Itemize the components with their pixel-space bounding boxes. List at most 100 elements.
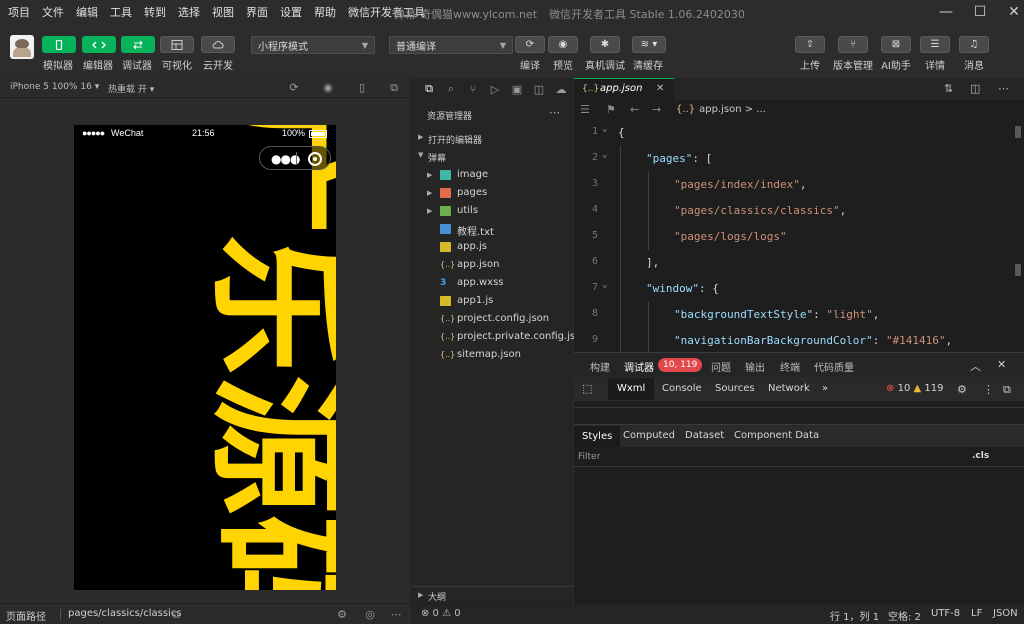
tab-wxml[interactable]: Wxml [608,378,655,400]
hot-reload-toggle[interactable]: 热重载 开 ▾ [108,82,154,95]
messages-button[interactable]: ♫ [959,36,989,53]
line-ending[interactable]: LF [971,608,982,619]
outline-section[interactable]: ▶ 大纲 [412,586,574,603]
problems-count[interactable]: ⊗ 0 ⚠ 0 [421,608,461,619]
back-arrow-icon[interactable]: ← [630,103,639,116]
fold-chevron-icon[interactable]: ⌄ [602,150,607,160]
search-icon[interactable]: ⌕ [440,80,462,98]
details-button[interactable]: ☰ [920,36,950,53]
breadcrumb-path[interactable]: {..} app.json > ... [676,104,766,115]
language-mode[interactable]: JSON [993,608,1018,619]
styles-filter-input[interactable] [578,450,938,464]
debugger-toggle-button[interactable] [121,36,155,53]
phone-frame-icon[interactable]: ▯ [356,82,368,94]
code-area[interactable]: 1 ⌄ {2 ⌄ "pages": [3 "pages/index/index", 4 "pa… [574,120,1024,352]
tab-output[interactable]: 输出 [745,359,765,374]
menu-item[interactable]: 帮助 [314,4,336,20]
bookmark-icon[interactable]: ⚑ [606,103,616,116]
scrollbar-thumb[interactable] [1015,126,1021,138]
fold-chevron-icon[interactable]: ⌄ [602,280,607,290]
extensions-icon[interactable]: ▣ [506,80,528,98]
close-panel-icon[interactable]: ✕ [997,358,1006,371]
file-item[interactable]: {..} sitemap.json [412,346,574,364]
mode-select[interactable]: 小程序模式 ▼ [251,36,375,54]
settings-icon[interactable]: ⚙ [336,609,348,621]
tab-code-quality[interactable]: 代码质量 [814,359,854,374]
tab-terminal[interactable]: 终端 [780,359,800,374]
compile-mode-select[interactable]: 普通编译 ▼ [389,36,513,54]
rotate-icon[interactable]: ⟳ [288,82,300,94]
eye-icon[interactable]: ◎ [364,609,376,621]
file-item[interactable]: 教程.txt [412,220,574,238]
file-item[interactable]: app1.js [412,292,574,310]
dock-icon[interactable]: ⧉ [1003,383,1011,397]
menu-item[interactable]: 项目 [8,4,30,20]
menu-item[interactable]: 选择 [178,4,200,20]
more-icon[interactable]: ⋯ [998,82,1009,95]
copy-icon[interactable]: ⧉ [170,609,182,621]
tab-debugger[interactable]: 调试器 [624,359,654,374]
device-select[interactable]: iPhone 5 100% 16 ▾ [10,82,99,92]
tab-app-json[interactable]: {..} app.json ✕ [574,78,674,100]
open-changes-icon[interactable]: ⇅ [944,82,953,95]
cloud-icon[interactable]: ☁ [550,80,572,98]
ai-assistant-button[interactable]: ⊠ [881,36,911,53]
scrollbar-thumb[interactable] [1015,264,1021,276]
encoding[interactable]: UTF-8 [931,608,960,619]
tab-computed[interactable]: Computed [623,430,675,441]
folder-item[interactable]: ▶ utils [412,202,574,220]
file-item[interactable]: {..} project.private.config.js... [412,328,585,346]
avatar[interactable] [10,35,34,59]
menu-item[interactable]: 文件 [42,4,64,20]
tab-styles[interactable]: Styles [574,426,621,447]
collapse-panel-icon[interactable]: ︿ [970,358,981,374]
source-control-icon[interactable]: ⑂ [462,80,484,98]
version-control-button[interactable]: ⑂ [838,36,868,53]
split-editor-icon[interactable]: ◫ [970,82,980,95]
mini-program-capsule[interactable]: ●●● [259,146,331,170]
tab-network[interactable]: Network [768,383,810,394]
menu-item[interactable]: 视图 [212,4,234,20]
popout-icon[interactable]: ⧉ [388,82,400,94]
more-tabs-icon[interactable]: » [822,383,828,394]
inspect-element-icon[interactable]: ⬚ [582,382,592,395]
files-icon[interactable]: ⧉ [418,80,440,98]
close-target-icon[interactable] [308,152,322,166]
record-icon[interactable]: ◉ [322,82,334,94]
simulator-toggle-button[interactable] [42,36,76,53]
wxml-tree-area[interactable] [574,401,1024,425]
error-warning-counts[interactable]: ⊗ 10 ▲ 119 [886,383,943,394]
preview-button[interactable]: ◉ [548,36,578,53]
menu-item[interactable]: 转到 [144,4,166,20]
tab-component-data[interactable]: Component Data [734,430,819,441]
settings-icon[interactable]: ⚙ [957,383,967,396]
close-window-button[interactable]: ✕ [994,0,1024,24]
menu-item[interactable]: 编辑 [76,4,98,20]
upload-button[interactable]: ⇪ [795,36,825,53]
visual-toggle-button[interactable] [160,36,194,53]
cls-toggle-button[interactable]: .cls [972,451,989,461]
sidebar-toggle-icon[interactable]: ☰ [580,103,590,116]
tab-issues[interactable]: 问题 [711,359,731,374]
tab-dataset[interactable]: Dataset [685,430,724,441]
more-icon[interactable]: ⋯ [390,609,402,621]
tab-build[interactable]: 构建 [590,359,610,374]
file-item[interactable]: {..} app.json [412,256,574,274]
file-item[interactable]: {..} project.config.json [412,310,574,328]
page-path-value[interactable]: pages/classics/classics [68,608,182,619]
close-icon[interactable]: ✕ [656,83,664,94]
folder-item[interactable]: ▶ image [412,166,574,184]
real-device-debug-button[interactable]: ✱ [590,36,620,53]
menu-item[interactable]: 工具 [110,4,132,20]
editor-toggle-button[interactable] [82,36,116,53]
file-item[interactable]: app.js [412,238,574,256]
folder-item[interactable]: ▶ pages [412,184,574,202]
menu-item[interactable]: 界面 [246,4,268,20]
open-editors-section[interactable]: ▶ 打开的编辑器 [412,129,574,147]
compile-button[interactable]: ⟳ [515,36,545,53]
debug-icon[interactable]: ▷ [484,80,506,98]
cloud-dev-button[interactable] [201,36,235,53]
tab-console[interactable]: Console [662,383,702,394]
file-item[interactable]: 3 app.wxss [412,274,574,292]
project-section[interactable]: ▼ 弹幕 [412,147,574,165]
